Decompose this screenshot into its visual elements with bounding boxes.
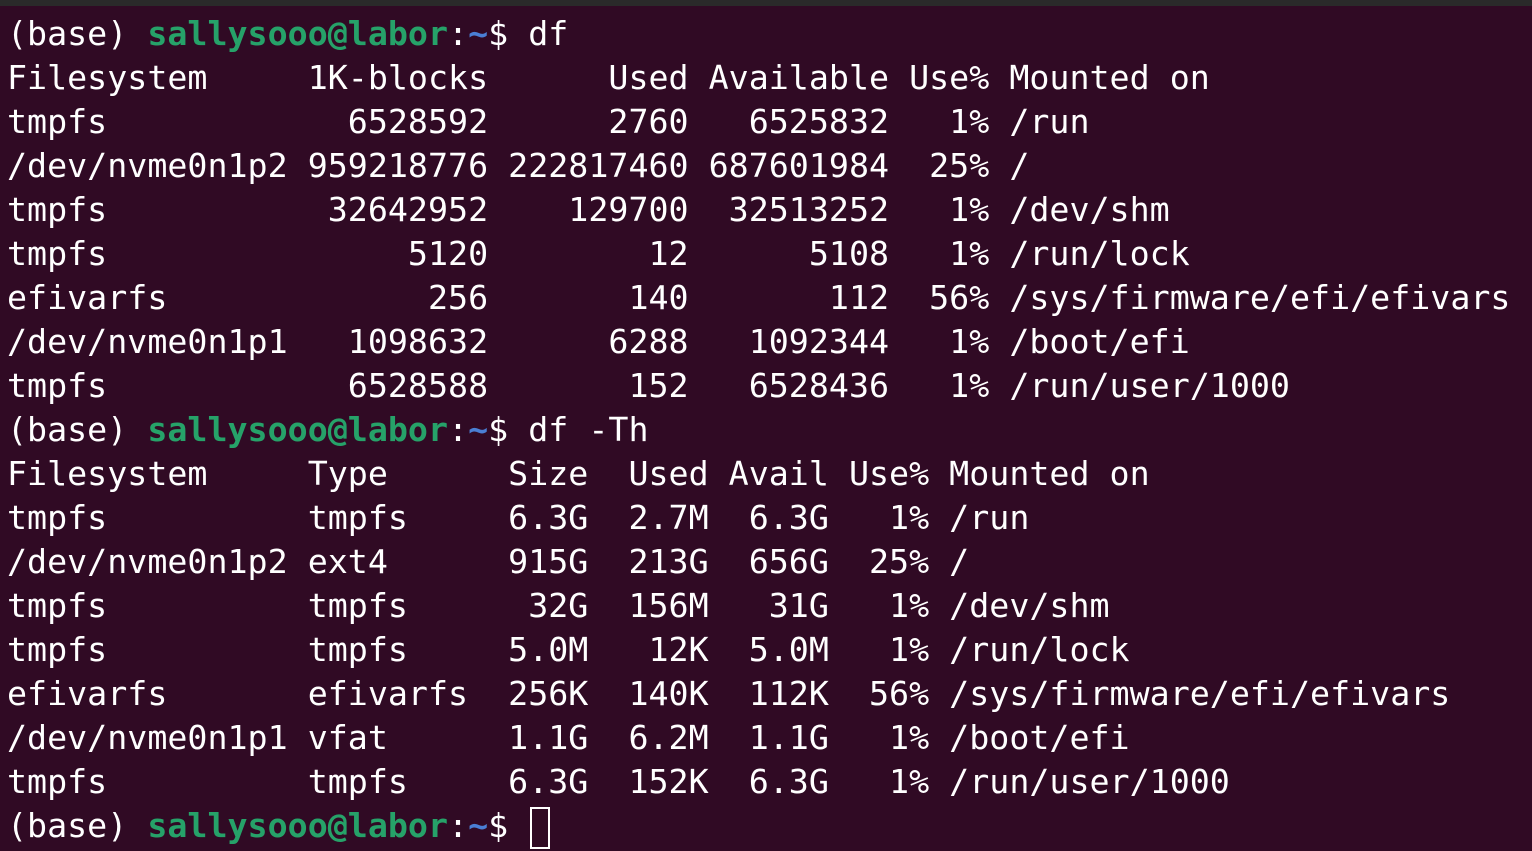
df-th-row: /dev/nvme0n1p2 ext4 915G 213G 656G 25% / [7, 542, 970, 581]
df-row: tmpfs 32642952 129700 32513252 1% /dev/s… [7, 190, 1170, 229]
df-row: efivarfs 256 140 112 56% /sys/firmware/e… [7, 278, 1511, 317]
df-th-row: tmpfs tmpfs 32G 156M 31G 1% /dev/shm [7, 586, 1110, 625]
command-text: df -Th [528, 410, 649, 449]
df-row: /dev/nvme0n1p1 1098632 6288 1092344 1% /… [7, 322, 1190, 361]
df-th-row: tmpfs tmpfs 6.3G 2.7M 6.3G 1% /run [7, 498, 1030, 537]
prompt-env: (base) [7, 806, 148, 845]
prompt-symbol: $ [488, 806, 529, 845]
df-th-header: Filesystem Type Size Used Avail Use% Mou… [7, 454, 1150, 493]
prompt-env: (base) [7, 14, 148, 53]
command-text: df [528, 14, 569, 53]
prompt-path: ~ [468, 14, 489, 53]
df-th-row: tmpfs tmpfs 5.0M 12K 5.0M 1% /run/lock [7, 630, 1130, 669]
prompt-line: (base) sallysooo@labor:~$ df [7, 12, 1532, 56]
prompt-colon: : [448, 14, 469, 53]
prompt-user-host: sallysooo@labor [147, 14, 449, 53]
terminal-window[interactable]: (base) sallysooo@labor:~$ df Filesystem … [0, 0, 1532, 851]
df-row: tmpfs 5120 12 5108 1% /run/lock [7, 234, 1190, 273]
prompt-path: ~ [468, 806, 489, 845]
df-th-row: efivarfs efivarfs 256K 140K 112K 56% /sy… [7, 674, 1451, 713]
prompt-colon: : [448, 410, 469, 449]
prompt-line: (base) sallysooo@labor:~$ df -Th [7, 408, 1532, 452]
prompt-symbol: $ [488, 410, 529, 449]
prompt-user-host: sallysooo@labor [147, 410, 449, 449]
prompt-user-host: sallysooo@labor [147, 806, 449, 845]
prompt-symbol: $ [488, 14, 529, 53]
active-prompt-line[interactable]: (base) sallysooo@labor:~$ [7, 804, 1532, 849]
df-row: tmpfs 6528592 2760 6525832 1% /run [7, 102, 1090, 141]
df-row: tmpfs 6528588 152 6528436 1% /run/user/1… [7, 366, 1290, 405]
text-cursor[interactable] [530, 806, 551, 849]
df-th-row: /dev/nvme0n1p1 vfat 1.1G 6.2M 1.1G 1% /b… [7, 718, 1130, 757]
prompt-path: ~ [468, 410, 489, 449]
df-header: Filesystem 1K-blocks Used Available Use%… [7, 58, 1210, 97]
df-th-row: tmpfs tmpfs 6.3G 152K 6.3G 1% /run/user/… [7, 762, 1230, 801]
prompt-env: (base) [7, 410, 148, 449]
prompt-colon: : [448, 806, 469, 845]
df-row: /dev/nvme0n1p2 959218776 222817460 68760… [7, 146, 1030, 185]
